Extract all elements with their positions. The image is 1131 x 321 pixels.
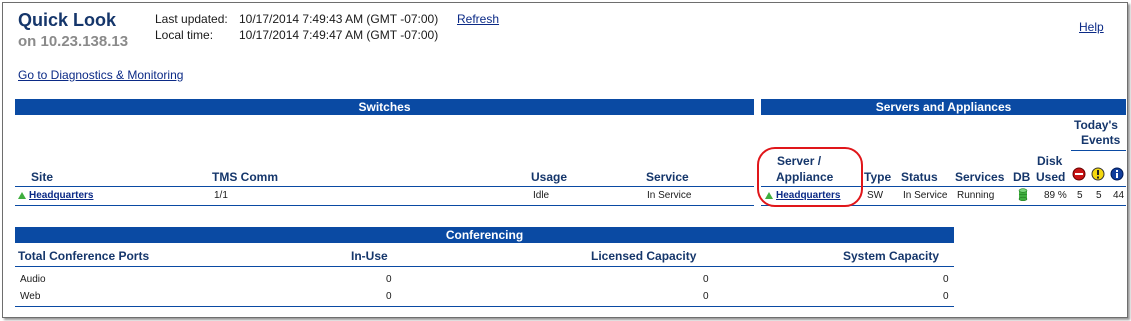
local-time-label: Local time:	[155, 28, 214, 42]
todays-events-line1: Today's	[1074, 118, 1118, 132]
server-appliance-highlight-circle	[757, 147, 863, 207]
col-header-db: DB	[1013, 170, 1031, 184]
col-header-system-capacity: System Capacity	[843, 249, 940, 263]
events-header-rule	[1071, 150, 1126, 151]
col-header-status: Status	[901, 170, 938, 184]
server-type-value: SW	[867, 190, 884, 201]
switches-section-header: Switches	[15, 99, 754, 115]
col-header-usage: Usage	[531, 170, 568, 184]
switch-site-link[interactable]: Headquarters	[29, 190, 93, 201]
col-header-disk-line2: Used	[1036, 170, 1066, 184]
col-header-service: Service	[646, 170, 689, 184]
refresh-link[interactable]: Refresh	[457, 12, 499, 26]
table-row: Headquarters	[18, 190, 93, 201]
info-events-count: 44	[1113, 190, 1125, 201]
conf-row-audio-in-use: 0	[386, 274, 392, 285]
database-icon	[1018, 188, 1028, 201]
conf-row-audio-label: Audio	[20, 274, 46, 285]
conferencing-bottom-rule	[15, 306, 954, 307]
servers-section-header: Servers and Appliances	[761, 99, 1126, 115]
server-services-value: Running	[957, 190, 995, 201]
conf-row-web-system: 0	[943, 291, 949, 302]
warning-events-icon	[1091, 167, 1105, 181]
switch-service-value: In Service	[647, 190, 692, 201]
info-events-icon	[1110, 167, 1124, 181]
conferencing-header-rule	[15, 266, 954, 267]
switch-tms-comm-value: 1/1	[214, 190, 228, 201]
conf-row-audio-licensed: 0	[703, 274, 709, 285]
help-link[interactable]: Help	[1079, 20, 1104, 34]
col-header-services: Services	[955, 170, 1005, 184]
col-header-disk-line1: Disk	[1037, 154, 1063, 168]
todays-events-line2: Events	[1081, 133, 1121, 147]
col-header-in-use: In-Use	[351, 249, 388, 263]
conf-row-web-in-use: 0	[386, 291, 392, 302]
col-header-tms-comm: TMS Comm	[212, 170, 278, 184]
last-updated-label: Last updated:	[155, 12, 228, 26]
local-time-value: 10/17/2014 7:49:47 AM (GMT -07:00)	[239, 28, 439, 42]
conferencing-section-header: Conferencing	[15, 227, 954, 243]
critical-events-icon	[1072, 167, 1086, 181]
conf-row-web-licensed: 0	[703, 291, 709, 302]
switches-header-rule	[15, 186, 754, 187]
quick-look-panel	[2, 2, 1128, 318]
status-up-arrow-icon	[18, 192, 26, 199]
col-header-site: Site	[31, 170, 54, 184]
col-header-type: Type	[864, 170, 892, 184]
warning-events-count: 5	[1096, 190, 1102, 201]
switch-usage-value: Idle	[533, 190, 550, 201]
conf-row-web-label: Web	[20, 291, 41, 302]
switches-bottom-rule	[15, 205, 754, 206]
server-status-value: In Service	[903, 190, 948, 201]
page-subtitle: on 10.23.138.13	[18, 33, 129, 50]
last-updated-value: 10/17/2014 7:49:43 AM (GMT -07:00)	[239, 12, 439, 26]
diagnostics-monitoring-link[interactable]: Go to Diagnostics & Monitoring	[18, 68, 183, 82]
col-header-total-ports: Total Conference Ports	[18, 249, 150, 263]
page-title: Quick Look	[18, 10, 117, 30]
critical-events-count: 5	[1077, 190, 1083, 201]
server-disk-used-value: 89 %	[1044, 190, 1067, 201]
col-header-licensed-capacity: Licensed Capacity	[591, 249, 697, 263]
conf-row-audio-system: 0	[943, 274, 949, 285]
